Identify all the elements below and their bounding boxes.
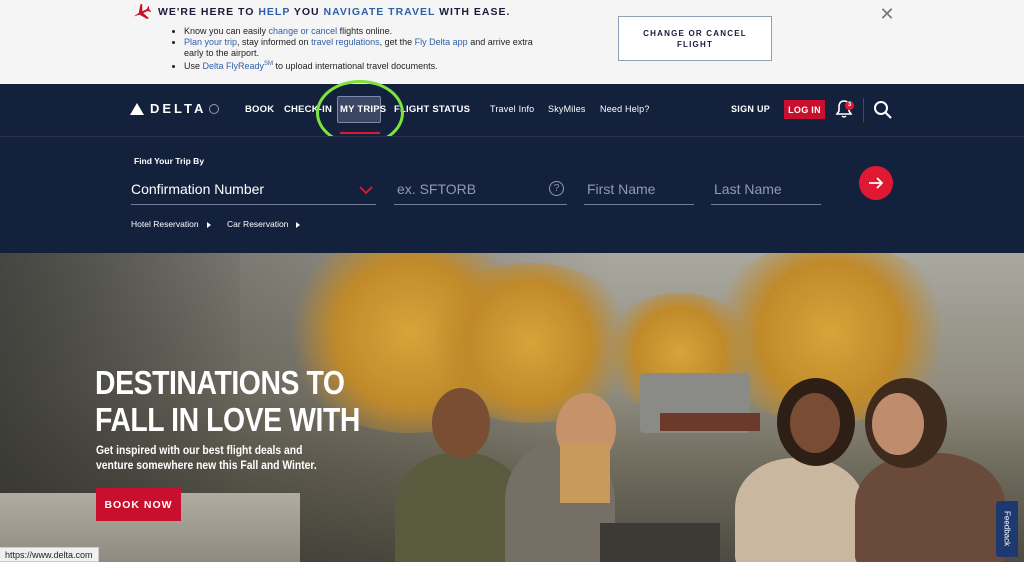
last-name-input[interactable]: Last Name: [711, 176, 821, 205]
feedback-tab[interactable]: Feedback: [996, 501, 1018, 557]
banner-bullet: Use Delta FlyReadySM to upload internati…: [184, 59, 554, 72]
hero-title: DESTINATIONS TO FALL IN LOVE WITH: [95, 364, 360, 438]
find-trip-label: Find Your Trip By: [134, 156, 205, 166]
flyready-link[interactable]: Delta FlyReadySM: [203, 61, 274, 71]
first-name-input[interactable]: First Name: [584, 176, 694, 205]
plan-trip-link[interactable]: Plan your trip: [184, 37, 237, 47]
chevron-down-icon: [359, 186, 373, 195]
nav-item-skymiles[interactable]: SkyMiles: [548, 104, 586, 114]
delta-widget-icon: [130, 102, 144, 115]
find-by-select[interactable]: Confirmation Number: [131, 176, 376, 205]
nav-item-flight-status[interactable]: FLIGHT STATUS: [394, 104, 470, 115]
log-in-button[interactable]: LOG IN: [784, 100, 825, 119]
fly-delta-app-link[interactable]: Fly Delta app: [415, 37, 468, 47]
sign-up-link[interactable]: SIGN UP: [731, 104, 770, 114]
book-now-button[interactable]: BOOK NOW: [96, 488, 181, 521]
close-icon[interactable]: ✕: [879, 5, 895, 23]
delta-logo[interactable]: DELTA: [130, 101, 220, 116]
search-icon[interactable]: [873, 100, 893, 120]
nav-item-book[interactable]: BOOK: [245, 104, 274, 115]
banner-bullet: Know you can easily change or cancel fli…: [184, 26, 554, 37]
notification-badge: 3: [845, 101, 854, 110]
nav-item-need-help[interactable]: Need Help?: [600, 104, 650, 114]
confirmation-number-input[interactable]: ex. SFTORB: [394, 176, 567, 205]
hero-subtitle: Get inspired with our best flight deals …: [96, 445, 317, 472]
nav-item-travel-info[interactable]: Travel Info: [490, 104, 534, 114]
banner-list: Know you can easily change or cancel fli…: [174, 26, 554, 72]
arrow-right-icon: [869, 177, 884, 189]
banner-title: WE'RE HERE TO HELP YOU NAVIGATE TRAVEL W…: [158, 6, 511, 18]
banner-bullet: Plan your trip, stay informed on travel …: [184, 37, 554, 59]
globe-icon: [209, 103, 220, 114]
nav-divider: [863, 98, 864, 122]
change-cancel-link[interactable]: change or cancel: [269, 26, 338, 36]
hotel-reservation-link[interactable]: Hotel Reservation: [131, 219, 211, 229]
status-bar-url: https://www.delta.com: [0, 547, 99, 562]
change-cancel-flight-button[interactable]: CHANGE OR CANCEL FLIGHT: [618, 16, 772, 61]
help-icon[interactable]: ?: [549, 181, 564, 196]
travel-regulations-link[interactable]: travel regulations: [311, 37, 380, 47]
airplane-icon: [133, 4, 151, 19]
submit-button[interactable]: [859, 166, 893, 200]
alert-banner: WE'RE HERE TO HELP YOU NAVIGATE TRAVEL W…: [0, 0, 1024, 84]
car-reservation-link[interactable]: Car Reservation: [227, 219, 301, 229]
